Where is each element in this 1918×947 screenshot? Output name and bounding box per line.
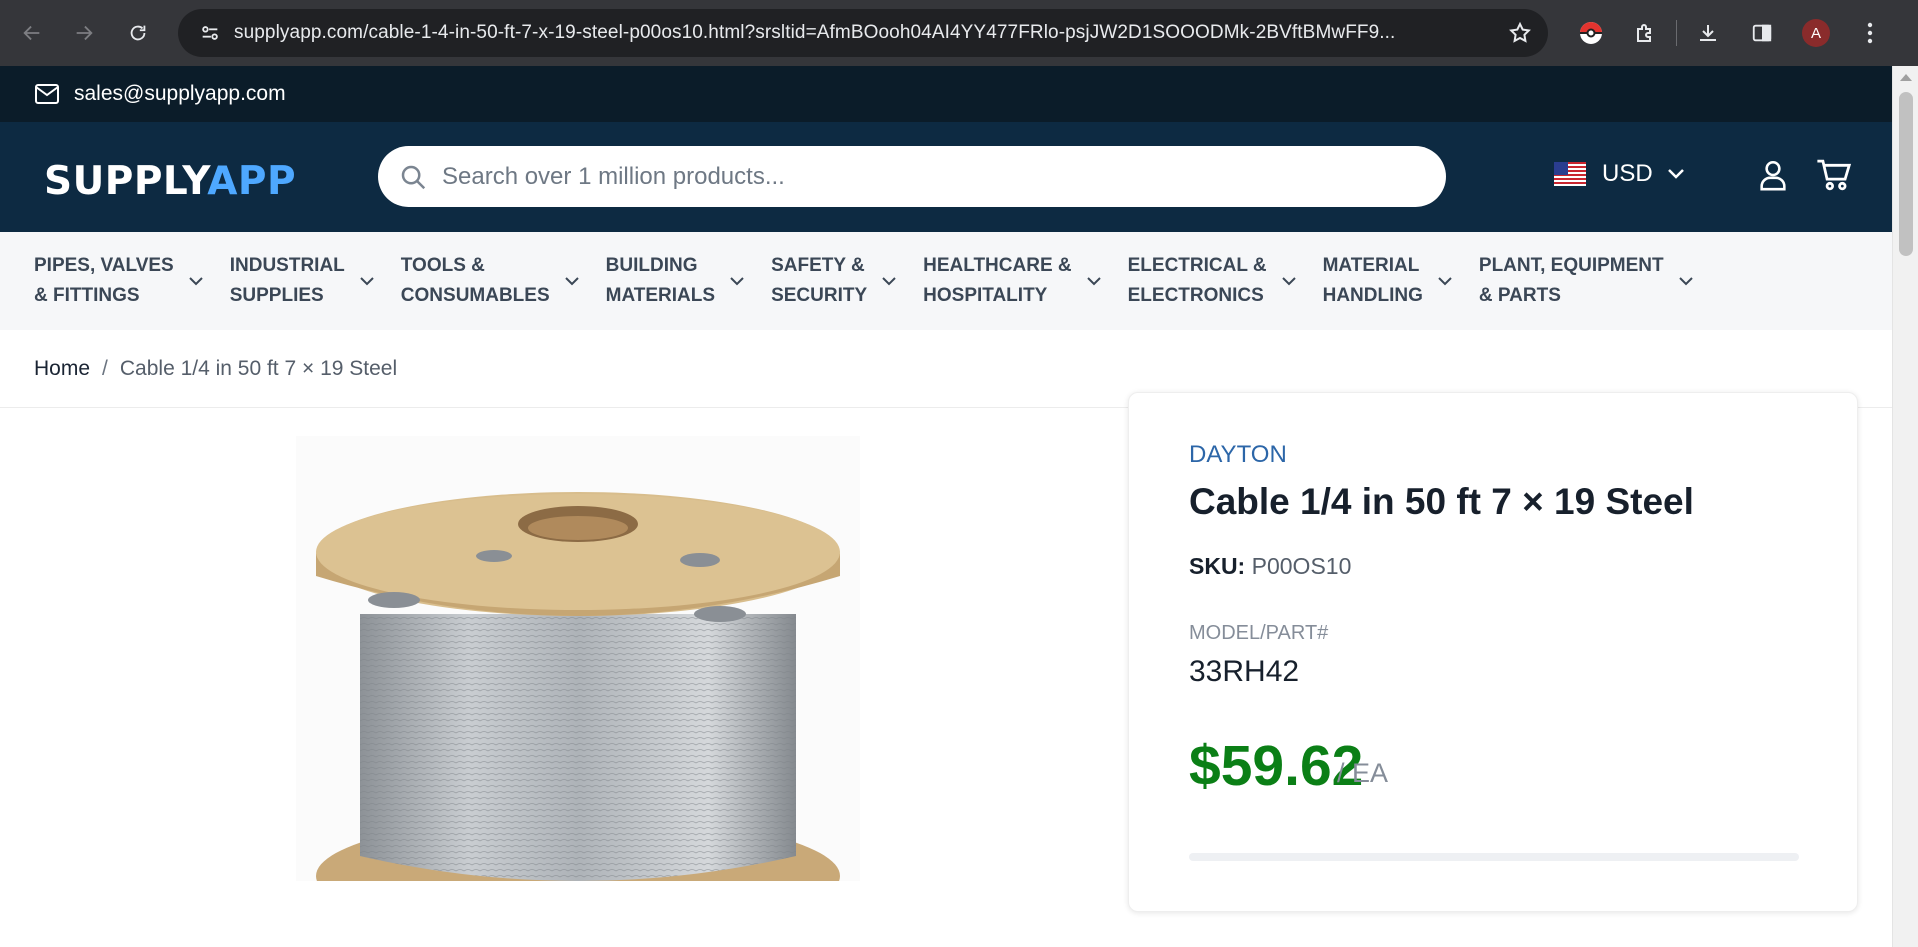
category-nav: PIPES, VALVES & FITTINGS INDUSTRIAL SUPPL…	[0, 232, 1892, 330]
logo-text: SUPPLY	[44, 159, 208, 204]
category-label: BUILDING MATERIALS	[605, 255, 716, 306]
cart-icon[interactable]	[1816, 158, 1852, 197]
category-menu-item[interactable]: INDUSTRIAL SUPPLIES	[230, 251, 375, 311]
category-label: TOOLS & CONSUMABLES	[400, 255, 550, 306]
url-text[interactable]: supplyapp.com/cable-1-4-in-50-ft-7-x-19-…	[234, 22, 1494, 44]
us-flag-icon	[1554, 162, 1586, 186]
sales-email-link[interactable]: sales@supplyapp.com	[74, 82, 286, 106]
pokeball-extension-icon[interactable]	[1564, 11, 1618, 55]
breadcrumb-home-link[interactable]: Home	[34, 357, 90, 381]
category-label: MATERIAL HANDLING	[1322, 255, 1423, 306]
back-icon[interactable]	[12, 13, 52, 53]
supplyapp-logo[interactable]: SUPPLYAPP	[44, 159, 296, 204]
category-label: PIPES, VALVES & FITTINGS	[34, 255, 174, 306]
category-menu-item[interactable]: PIPES, VALVES & FITTINGS	[34, 251, 204, 311]
breadcrumb-separator: /	[102, 356, 108, 380]
brand-link[interactable]: DAYTON	[1189, 441, 1287, 469]
sku-value: P00OS10	[1251, 553, 1352, 579]
search-input[interactable]	[442, 162, 1402, 191]
chevron-down-icon	[1281, 277, 1296, 286]
product-title: Cable 1/4 in 50 ft 7 × 19 Steel	[1189, 481, 1694, 522]
extensions-puzzle-icon[interactable]	[1618, 11, 1672, 55]
chevron-down-icon	[564, 277, 579, 286]
sku-line: SKU: P00OS10	[1189, 553, 1351, 580]
chevron-down-icon	[1678, 277, 1693, 286]
category-menu-item[interactable]: SAFETY & SECURITY	[771, 251, 897, 311]
site-info-icon[interactable]	[186, 9, 234, 57]
chevron-down-icon	[1086, 277, 1101, 286]
model-label: MODEL/PART#	[1189, 622, 1329, 644]
product-image[interactable]	[296, 436, 860, 936]
scroll-thumb[interactable]	[1899, 92, 1913, 256]
account-icon[interactable]	[1756, 158, 1790, 197]
menu-kebab-icon[interactable]	[1843, 11, 1897, 55]
category-menu-item[interactable]: BUILDING MATERIALS	[606, 251, 745, 311]
product-info-card: DAYTON Cable 1/4 in 50 ft 7 × 19 Steel S…	[1128, 392, 1858, 912]
chevron-down-icon	[882, 277, 896, 286]
logo-accent-text: APP	[207, 159, 297, 204]
browser-toolbar: supplyapp.com/cable-1-4-in-50-ft-7-x-19-…	[0, 0, 1918, 66]
chevron-down-icon	[730, 277, 744, 286]
profile-avatar[interactable]: A	[1789, 11, 1843, 55]
chevron-down-icon	[1438, 277, 1452, 286]
reload-icon[interactable]	[118, 13, 158, 53]
category-menu-item[interactable]: ELECTRICAL & ELECTRONICS	[1128, 251, 1297, 311]
category-menu-item[interactable]: HEALTHCARE & HOSPITALITY	[923, 251, 1101, 311]
sku-label: SKU:	[1189, 553, 1246, 579]
model-value: 33RH42	[1189, 655, 1300, 688]
search-icon	[401, 165, 426, 189]
forward-icon[interactable]	[64, 13, 104, 53]
price-unit: / EA	[1337, 758, 1389, 788]
category-label: ELECTRICAL & ELECTRONICS	[1127, 255, 1267, 306]
breadcrumb-current: Cable 1/4 in 50 ft 7 × 19 Steel	[119, 356, 398, 380]
profile-initial: A	[1802, 19, 1830, 47]
toolbar-divider	[1676, 20, 1677, 46]
mail-icon	[35, 84, 59, 104]
download-icon[interactable]	[1681, 11, 1735, 55]
site-header: SUPPLYAPP USD	[0, 122, 1892, 232]
page-scrollbar[interactable]	[1892, 66, 1918, 947]
category-menu-item[interactable]: TOOLS & CONSUMABLES	[401, 251, 580, 311]
chevron-down-icon	[360, 277, 374, 286]
search-bar[interactable]	[378, 146, 1446, 207]
contact-bar: sales@supplyapp.com	[0, 66, 1892, 122]
card-section-divider	[1189, 853, 1799, 861]
category-menu-item[interactable]: PLANT, EQUIPMENT & PARTS	[1479, 251, 1694, 311]
category-label: PLANT, EQUIPMENT & PARTS	[1478, 255, 1664, 306]
side-panel-icon[interactable]	[1735, 11, 1789, 55]
chevron-down-icon	[189, 277, 203, 286]
currency-label: USD	[1602, 160, 1653, 187]
scroll-up-arrow-icon[interactable]	[1900, 74, 1912, 81]
category-menu-item[interactable]: MATERIAL HANDLING	[1323, 251, 1453, 311]
category-label: SAFETY & SECURITY	[771, 255, 868, 306]
category-label: INDUSTRIAL SUPPLIES	[229, 255, 345, 306]
category-label: HEALTHCARE & HOSPITALITY	[923, 255, 1072, 306]
address-bar[interactable]: supplyapp.com/cable-1-4-in-50-ft-7-x-19-…	[178, 9, 1548, 57]
bookmark-star-icon[interactable]	[1508, 21, 1532, 50]
currency-selector[interactable]: USD	[1554, 160, 1685, 188]
chevron-down-icon	[1667, 169, 1684, 179]
